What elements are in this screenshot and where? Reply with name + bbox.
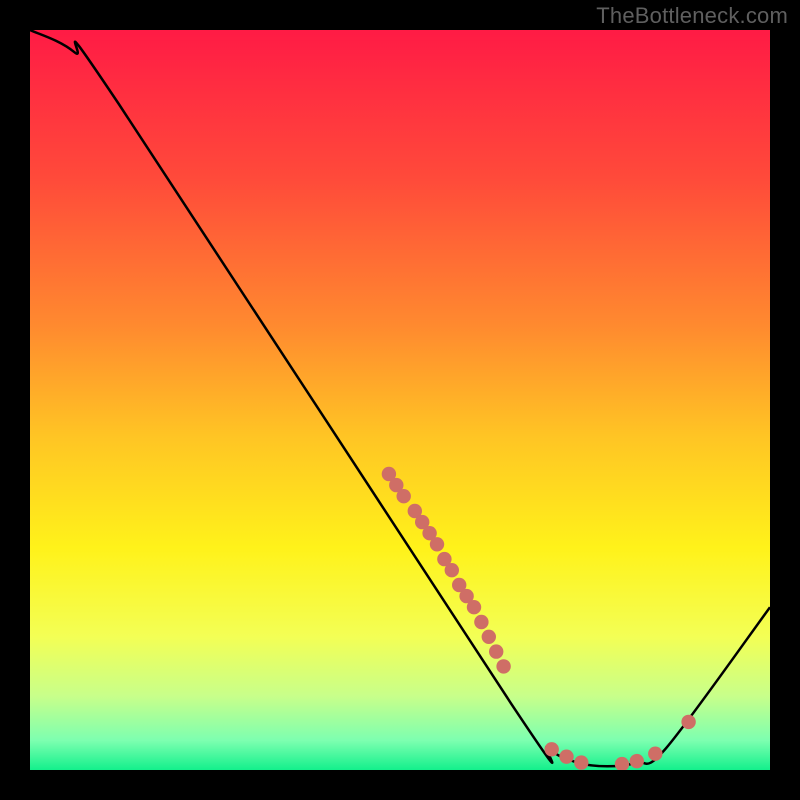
chart-frame: TheBottleneck.com <box>0 0 800 800</box>
scatter-point <box>467 600 481 614</box>
scatter-point <box>445 563 459 577</box>
scatter-point <box>482 630 496 644</box>
plot-area <box>30 30 770 770</box>
watermark-label: TheBottleneck.com <box>596 3 788 29</box>
scatter-point <box>574 755 588 769</box>
scatter-point <box>474 615 488 629</box>
scatter-point <box>496 659 510 673</box>
gradient-background <box>30 30 770 770</box>
scatter-point <box>545 742 559 756</box>
scatter-point <box>489 644 503 658</box>
chart-svg <box>30 30 770 770</box>
scatter-point <box>648 747 662 761</box>
scatter-point <box>430 537 444 551</box>
scatter-point <box>559 749 573 763</box>
scatter-point <box>681 715 695 729</box>
scatter-point <box>397 489 411 503</box>
scatter-point <box>630 754 644 768</box>
